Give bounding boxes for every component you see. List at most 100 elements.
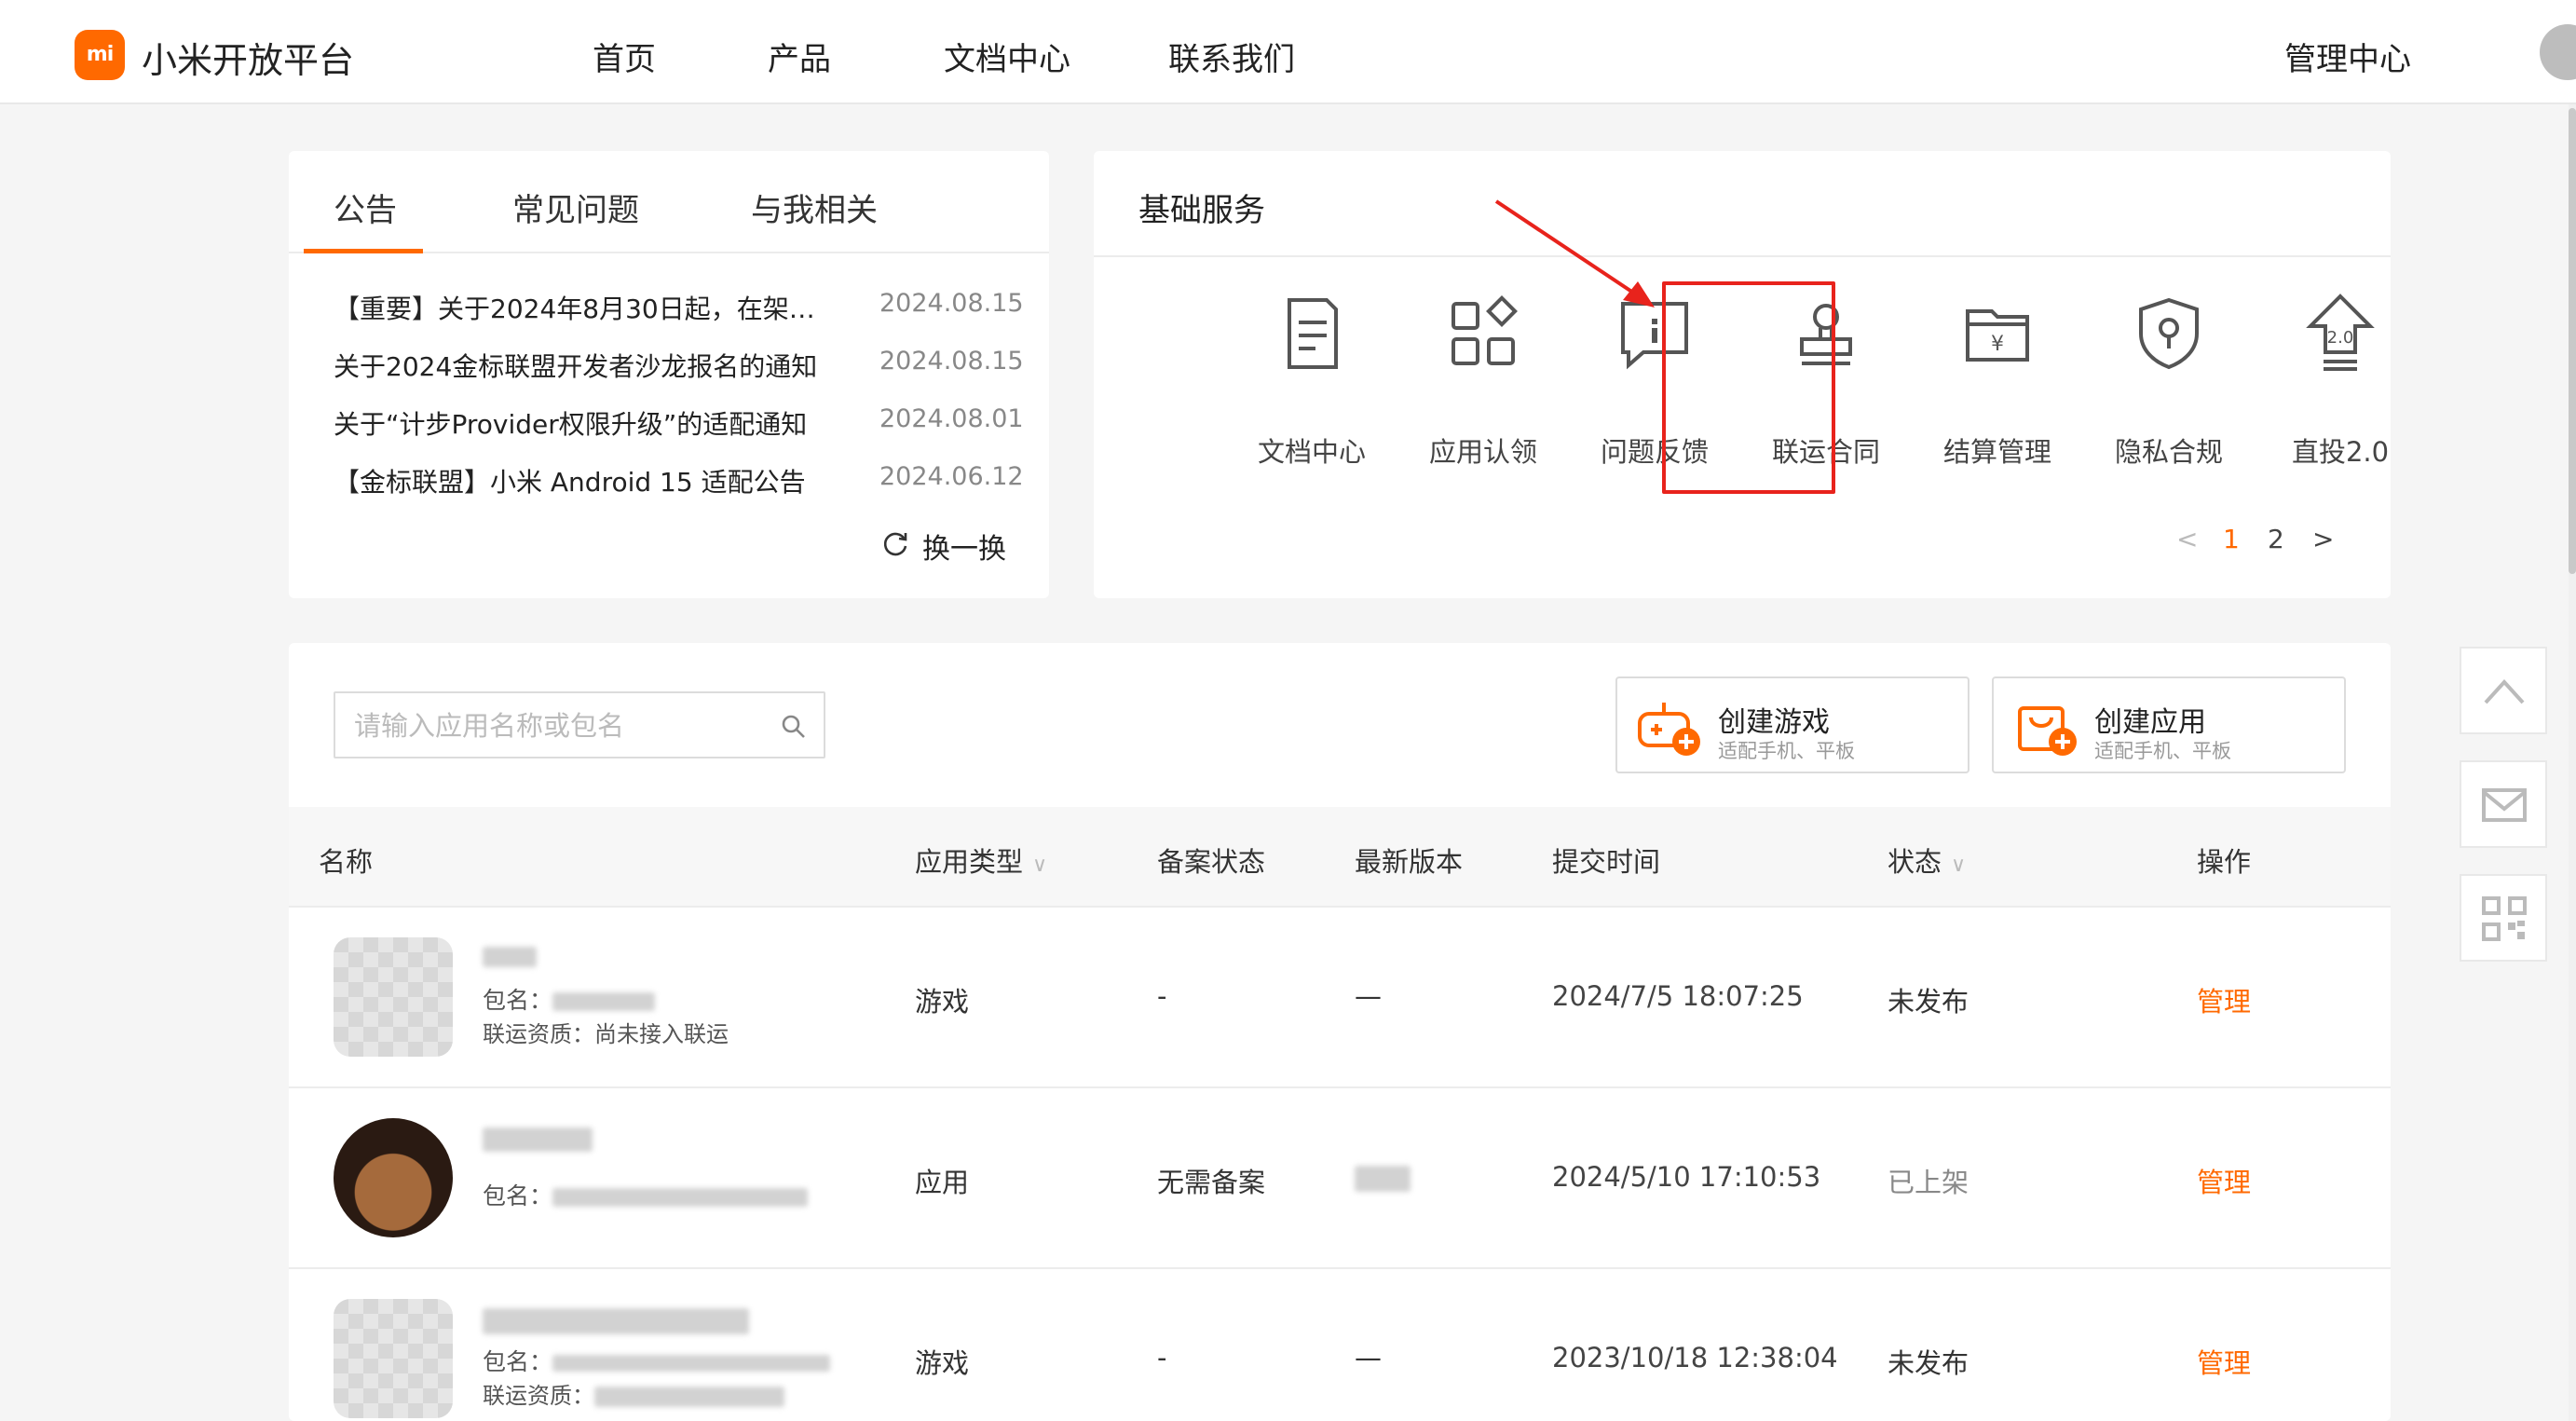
pager-page-1[interactable]: 1 [2223,524,2240,554]
app-icon-blurred [334,937,453,1057]
notice-card: 公告 常见问题 与我相关 【重要】关于2024年8月30日起，在架应... 20… [289,151,1049,598]
notice-date: 2024.08.15 [879,289,1024,318]
service-settlement[interactable]: ¥ 结算管理 [1912,291,2083,477]
column-record-status: 备案状态 [1157,846,1266,878]
notice-item[interactable]: 关于“计步Provider权限升级”的适配通知 2024.08.01 [334,404,1024,442]
column-actions: 操作 [2197,846,2252,878]
create-app-title: 创建应用 [2094,706,2206,739]
filter-chevron-icon[interactable]: ∨ [1032,854,1047,877]
app-name-redacted [483,1127,593,1152]
refresh-icon [883,532,907,556]
qrcode-button[interactable] [2460,874,2547,962]
manage-link[interactable]: 管理 [2197,1161,2251,1200]
create-game-subtitle: 适配手机、平板 [1718,740,1855,762]
column-name: 名称 [319,846,374,878]
notice-item[interactable]: 【金标联盟】小米 Android 15 适配公告 2024.06.12 [334,462,1024,499]
cell-record-status: 无需备案 [1157,1167,1266,1198]
service-privacy[interactable]: 隐私合规 [2083,291,2255,477]
notice-title: 【金标联盟】小米 Android 15 适配公告 [334,467,806,498]
tab-related-to-me[interactable]: 与我相关 [751,184,878,230]
column-app-type[interactable]: 应用类型 ∨ [915,840,1047,880]
manage-link[interactable]: 管理 [2197,1342,2251,1381]
nav-contact[interactable]: 联系我们 [1168,34,1295,79]
services-divider [1094,255,2391,257]
service-app-claim[interactable]: 应用认领 [1397,291,1569,477]
notice-tabs: 公告 常见问题 与我相关 [289,151,1049,253]
notice-item[interactable]: 【重要】关于2024年8月30日起，在架应... 2024.08.15 [334,289,1024,326]
nav-home[interactable]: 首页 [593,34,656,79]
cell-submit-time: 2024/5/10 17:10:53 [1552,1161,1821,1193]
app-package: 包名： [483,1178,809,1211]
search-icon[interactable] [781,714,807,740]
column-status[interactable]: 状态 ∨ [1888,840,1966,880]
pager-next[interactable]: > [2312,524,2334,554]
column-submit-time: 提交时间 [1552,846,1661,878]
app-table-header: 名称 应用类型 ∨ 备案状态 最新版本 提交时间 状态 ∨ 操作 [289,807,2391,908]
create-game-button[interactable]: 创建游戏 适配手机、平板 [1615,676,1969,773]
cell-record-status: - [1157,1342,1167,1373]
notice-title: 关于“计步Provider权限升级”的适配通知 [334,409,808,440]
page-scrollbar-thumb[interactable] [2569,108,2576,574]
service-label: 结算管理 [1942,436,2051,468]
service-direct-invest[interactable]: 2.0 直投2.0 [2255,291,2426,477]
shopping-bag-add-icon [2018,706,2077,756]
notice-date: 2024.06.12 [879,462,1024,491]
nav-products[interactable]: 产品 [768,34,831,79]
annotation-arrow [1494,199,1655,307]
cell-app-type: 游戏 [915,986,970,1018]
app-name-redacted [483,947,537,971]
services-title: 基础服务 [1138,192,1265,229]
cell-status: 未发布 [1888,986,1969,1018]
tab-faq[interactable]: 常见问题 [512,184,639,230]
filter-chevron-icon[interactable]: ∨ [1951,854,1966,877]
table-row: 包名： 应用 无需备案 2024/5/10 17:10:53 已上架 管理 [289,1088,2391,1269]
upload-2-icon: 2.0 [2306,294,2375,371]
service-label: 应用认领 [1428,436,1537,468]
nav-admin-center[interactable]: 管理中心 [2284,34,2411,79]
user-avatar[interactable] [2540,24,2576,80]
manage-link[interactable]: 管理 [2197,980,2251,1019]
annotation-highlight-box [1662,281,1835,494]
message-button[interactable] [2460,760,2547,848]
service-label: 文档中心 [1257,436,1366,468]
app-package: 包名： [483,1344,831,1377]
create-app-subtitle: 适配手机、平板 [2094,740,2231,762]
chevron-up-icon [2484,679,2525,704]
cell-latest-version [1355,1161,1411,1193]
pager-prev[interactable]: < [2176,524,2198,554]
xiaomi-logo[interactable]: mi [75,30,125,80]
nav-docs[interactable]: 文档中心 [944,34,1070,79]
cell-latest-version: — [1355,1342,1382,1373]
wallet-yuan-icon: ¥ [1966,309,2029,362]
qrcode-icon [2482,896,2527,941]
cell-app-type: 应用 [915,1167,970,1198]
app-search-box [334,691,825,758]
platform-name[interactable]: 小米开放平台 [142,32,354,83]
service-doc-center[interactable]: 文档中心 [1226,291,1397,477]
create-app-button[interactable]: 创建应用 适配手机、平板 [1992,676,2346,773]
app-icon-blurred [334,1299,453,1418]
column-latest-version: 最新版本 [1355,846,1464,878]
back-to-top-button[interactable] [2460,647,2547,734]
service-label: 隐私合规 [2114,436,2223,468]
notice-item[interactable]: 关于2024金标联盟开发者沙龙报名的通知 2024.08.15 [334,347,1024,384]
notice-title: 【重要】关于2024年8月30日起，在架应... [334,294,837,324]
svg-text:¥: ¥ [1991,333,2004,356]
app-package: 包名： [483,982,656,1016]
mail-icon [2482,788,2527,822]
app-qualification: 联运资质：尚未接入联运 [483,1021,729,1047]
table-row: 包名： 联运资质： 游戏 - — 2023/10/18 12:38:04 未发布… [289,1269,2391,1421]
privacy-shield-icon [2139,297,2199,370]
cell-record-status: - [1157,980,1167,1012]
cell-status: 已上架 [1888,1167,1969,1198]
app-qualification: 联运资质： [483,1377,784,1410]
create-game-title: 创建游戏 [1718,706,1830,739]
refresh-label: 换一换 [922,533,1006,566]
document-icon [1288,298,1338,369]
cell-latest-version: — [1355,980,1382,1012]
app-search-input[interactable] [354,703,745,749]
pager-page-2[interactable]: 2 [2268,524,2284,554]
cell-submit-time: 2024/7/5 18:07:25 [1552,980,1804,1012]
tab-announcements[interactable]: 公告 [334,184,397,230]
notice-date: 2024.08.15 [879,347,1024,376]
